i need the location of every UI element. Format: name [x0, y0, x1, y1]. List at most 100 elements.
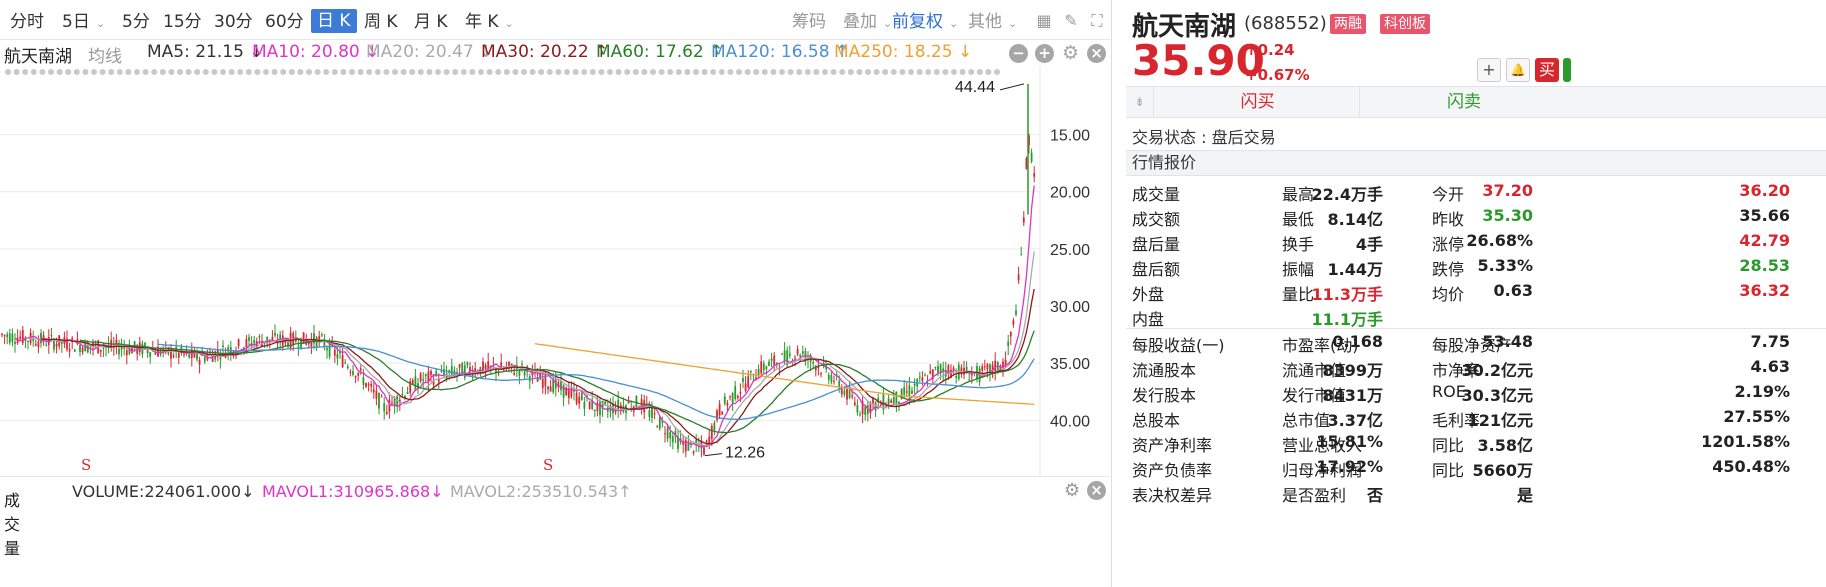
adjust-button[interactable]: 前复权 ⌄: [892, 10, 958, 34]
candle-body: [102, 347, 105, 349]
close-icon[interactable]: ×: [1087, 481, 1106, 500]
candle-body: [37, 341, 40, 348]
quote-field-label: 市净率: [1432, 361, 1481, 380]
candle-body: [219, 356, 222, 360]
candle-body: [718, 404, 721, 416]
pen-icon[interactable]: ✎: [1061, 11, 1081, 31]
candle-body: [336, 354, 339, 359]
candle-body: [846, 387, 848, 400]
candle-body: [575, 392, 578, 404]
event-dot: [254, 69, 261, 75]
kline-chart[interactable]: 40.00 35.00 30.00 25.00 20.00 15.00 44.44 12.26…: [0, 66, 1112, 476]
period-tab-yearly[interactable]: 年 K ⌄: [465, 10, 514, 34]
quote-field-value: 1201.58%: [1701, 432, 1790, 451]
quote-row: 成交量 22.4万手 最高 37.20 今开 36.20: [1132, 178, 1826, 204]
chips-button[interactable]: 筹码: [792, 10, 826, 34]
other-button[interactable]: 其他 ⌄: [968, 10, 1017, 34]
quote-field-value: 8.14亿: [1327, 210, 1383, 229]
quote-field-value: 26.68%: [1466, 231, 1533, 250]
period-tab-15min[interactable]: 15分: [163, 10, 202, 34]
fullscreen-icon[interactable]: ⛶: [1087, 11, 1107, 31]
event-dot: [727, 69, 734, 75]
zoom-out-icon[interactable]: −: [1009, 44, 1028, 63]
candle-body: [81, 347, 84, 353]
event-dot: [323, 69, 330, 75]
candle-body: [843, 390, 846, 395]
flash-buy-button[interactable]: 闪买: [1156, 87, 1360, 117]
candle-body: [765, 366, 768, 370]
event-dot: [538, 69, 545, 75]
other-label: 其他: [968, 12, 1002, 32]
candle-body: [968, 379, 971, 381]
event-dot: [426, 69, 433, 75]
stock-name-label: 航天南湖: [4, 47, 72, 67]
quote-field-label: 最低: [1282, 210, 1315, 229]
period-tab-daily[interactable]: 日 K: [311, 9, 357, 33]
period-tab-monthly[interactable]: 月 K: [414, 10, 448, 34]
quote-section-header: 行情报价: [1126, 150, 1826, 176]
event-dot: [890, 69, 897, 75]
ma20-value: MA20: 20.47 ↓: [366, 42, 494, 62]
event-dot: [667, 69, 674, 75]
candle-body: [664, 433, 666, 435]
chevron-down-icon: ⌄: [95, 17, 106, 30]
close-icon[interactable]: ×: [1087, 44, 1106, 63]
event-dot: [357, 69, 364, 75]
sell-marker: S: [81, 456, 91, 474]
event-dot: [959, 69, 966, 75]
candle-body: [723, 396, 726, 404]
candle-body: [385, 411, 388, 414]
candle-body: [422, 379, 425, 381]
candle-body: [955, 375, 958, 378]
quote-row: 资产负债率 17.92% 归母净利润 5660万 同比 450.48%: [1132, 454, 1826, 480]
candle-body: [703, 447, 705, 455]
candle-body: [375, 391, 378, 399]
zoom-in-icon[interactable]: +: [1035, 44, 1054, 63]
event-dot: [546, 69, 553, 75]
settings-icon[interactable]: ⚙: [1061, 44, 1080, 63]
candle-body: [1025, 158, 1028, 169]
event-dot: [581, 69, 588, 75]
quote-row: 发行股本 8431万 发行市值 30.3亿元 ROE 2.19%: [1132, 379, 1826, 405]
candle-body: [921, 377, 924, 381]
candle-body: [742, 378, 744, 382]
period-tab-timeshare[interactable]: 分时: [10, 10, 44, 34]
stock-code: (688552): [1244, 13, 1327, 34]
event-dot: [804, 69, 811, 75]
candle-body: [11, 333, 14, 342]
overlay-button[interactable]: 叠加 ⌄: [843, 10, 892, 34]
mavol1-value: MAVOL1:310965.868↓: [262, 482, 444, 501]
sell-button[interactable]: [1563, 58, 1571, 82]
candle-body: [781, 353, 783, 355]
event-dot: [994, 69, 1000, 75]
ma10-value: MA10: 20.80 ↓: [252, 42, 380, 62]
quote-panel: 航天南湖 (688552) 两融 科创板 35.90 ↑0.24 +0.67% …: [1116, 0, 1826, 587]
event-dot: [615, 69, 622, 75]
period-tab-30min[interactable]: 30分: [214, 10, 253, 34]
period-tab-5day[interactable]: 5日 ⌄: [62, 10, 105, 34]
candle-body: [521, 363, 523, 365]
event-dot: [968, 69, 975, 75]
quote-field-value: 11.3万手: [1311, 285, 1383, 304]
alert-bell-button[interactable]: 🔔: [1506, 58, 1530, 82]
candle-body: [302, 332, 305, 344]
period-tab-5min[interactable]: 5分: [122, 10, 150, 34]
event-dot: [271, 69, 278, 75]
candle-body: [541, 378, 544, 388]
event-dot: [142, 69, 149, 75]
grid-layout-icon[interactable]: ▦: [1034, 11, 1054, 31]
volume-value: VOLUME:224061.000↓: [72, 482, 255, 501]
quote-field-label: 市盈率(动): [1282, 336, 1359, 355]
buy-button[interactable]: 买: [1535, 58, 1559, 82]
period-tab-weekly[interactable]: 周 K: [364, 10, 398, 34]
candle-body: [513, 372, 516, 375]
candle-body: [19, 336, 22, 339]
candle-body: [796, 349, 799, 355]
period-tab-60min[interactable]: 60分: [265, 10, 304, 34]
flash-sell-button[interactable]: 闪卖: [1362, 87, 1566, 117]
settings-icon[interactable]: ⚙: [1064, 480, 1080, 501]
collapse-icon[interactable]: ⇟: [1126, 87, 1154, 117]
candle-body: [716, 410, 718, 420]
add-watchlist-button[interactable]: +: [1477, 58, 1501, 82]
candle-body: [149, 352, 152, 358]
